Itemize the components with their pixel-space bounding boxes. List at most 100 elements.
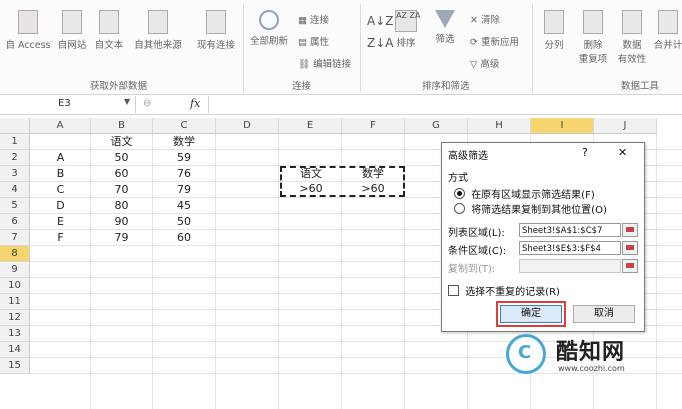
column-header-g[interactable]: G [405, 118, 468, 134]
range-picker-icon[interactable] [622, 241, 638, 255]
split-columns-icon [544, 10, 564, 34]
unique-records-checkbox[interactable]: 选择不重复的记录(R) [448, 283, 560, 298]
from-other-sources-button[interactable]: 自其他来源 [130, 10, 186, 51]
row-header-15[interactable]: 15 [0, 358, 30, 374]
cell-a4[interactable]: C [30, 182, 91, 198]
row-header-3[interactable]: 3 [0, 166, 30, 182]
from-access-button[interactable]: 自 Access [4, 10, 52, 51]
name-box[interactable]: E3 ▼ [0, 96, 136, 113]
cell-c6[interactable]: 50 [153, 214, 215, 230]
column-header-d[interactable]: D [216, 118, 279, 134]
remove-duplicates-button[interactable]: 删除 重复项 [575, 10, 611, 65]
cell-c1[interactable]: 数学 [153, 134, 215, 150]
row-header-6[interactable]: 6 [0, 214, 30, 230]
row-header-1[interactable]: 1 [0, 134, 30, 150]
row-header-12[interactable]: 12 [0, 310, 30, 326]
sort-asc-icon[interactable]: A↓Z [367, 14, 393, 28]
option-filter-in-place[interactable]: 在原有区域显示筛选结果(F) [454, 186, 595, 201]
consolidate-button[interactable]: 合并计 [652, 10, 682, 51]
cell-f3[interactable]: 数学 [342, 166, 404, 182]
connections-button[interactable]: ▦ 连接 [298, 12, 329, 26]
column-header-b[interactable]: B [91, 118, 153, 134]
properties-button[interactable]: ▤ 属性 [298, 34, 329, 48]
cell-f4[interactable]: >60 [342, 181, 404, 197]
cell-e3[interactable]: 语文 [280, 166, 342, 182]
cell-b1[interactable]: 语文 [91, 134, 152, 150]
row-header-2[interactable]: 2 [0, 150, 30, 166]
row-header-7[interactable]: 7 [0, 230, 30, 246]
clear-button[interactable]: ✕ 清除 [470, 12, 500, 26]
cell-b5[interactable]: 80 [91, 198, 152, 214]
existing-connections-button[interactable]: 现有连接 [193, 10, 239, 51]
checkbox[interactable] [448, 285, 459, 296]
column-header-e[interactable]: E [279, 118, 342, 134]
group-label-connections: 连接 [292, 81, 312, 92]
column-header-i[interactable]: I [531, 118, 594, 134]
row-header-10[interactable]: 10 [0, 278, 30, 294]
formula-input[interactable] [208, 96, 682, 113]
cell-c2[interactable]: 59 [153, 150, 215, 166]
filter-button[interactable]: 筛选 [428, 10, 462, 45]
select-all-corner[interactable] [0, 118, 30, 134]
cell-c5[interactable]: 45 [153, 198, 215, 214]
copy-to-input[interactable] [519, 259, 621, 273]
cell-a6[interactable]: E [30, 214, 91, 230]
row-header-11[interactable]: 11 [0, 294, 30, 310]
row-header-13[interactable]: 13 [0, 326, 30, 342]
row-header-4[interactable]: 4 [0, 182, 30, 198]
sort-button[interactable]: AZ ZA 排序 [391, 10, 421, 49]
row-header-5[interactable]: 5 [0, 198, 30, 214]
from-web-button[interactable]: 自网站 [55, 10, 89, 51]
insert-function-button[interactable]: fx [190, 97, 200, 110]
column-header-c[interactable]: C [153, 118, 216, 134]
criteria-range-input[interactable]: Sheet3!$E$3:$F$4 [519, 241, 621, 255]
text-file-icon [99, 10, 119, 34]
cell-a7[interactable]: F [30, 230, 91, 246]
gridline [215, 134, 216, 409]
row-header-9[interactable]: 9 [0, 262, 30, 278]
formula-bar: E3 ▼ ⊖ fx [0, 96, 682, 115]
ok-button[interactable]: 确定 [500, 305, 562, 323]
text-to-columns-button[interactable]: 分列 [536, 10, 572, 51]
row-header-8[interactable]: 8 [0, 246, 30, 262]
radio-selected[interactable] [454, 188, 465, 199]
cell-e4[interactable]: >60 [280, 181, 342, 197]
help-button[interactable]: ? [582, 146, 588, 159]
sort-icon: AZ ZA [395, 10, 420, 32]
advanced-button[interactable]: ▽ 高级 [470, 56, 499, 70]
cell-a5[interactable]: D [30, 198, 91, 214]
row-header-14[interactable]: 14 [0, 342, 30, 358]
cell-a2[interactable]: A [30, 150, 91, 166]
close-icon[interactable]: ✕ [618, 146, 627, 159]
from-text-button[interactable]: 自文本 [91, 10, 127, 51]
list-range-input[interactable]: Sheet3!$A$1:$C$7 [519, 223, 621, 237]
sort-desc-icon[interactable]: Z↓A [367, 36, 393, 50]
column-header-a[interactable]: A [30, 118, 91, 134]
watermark-name: 酷知网 [556, 340, 626, 365]
cell-b2[interactable]: 50 [91, 150, 152, 166]
cell-c3[interactable]: 76 [153, 166, 215, 182]
radio-unselected[interactable] [454, 203, 465, 214]
cell-b3[interactable]: 60 [91, 166, 152, 182]
watermark-url: www.coozhi.com [558, 364, 625, 373]
cell-a3[interactable]: B [30, 166, 91, 182]
list-range-label: 列表区域(L): [448, 228, 505, 239]
cell-b7[interactable]: 79 [91, 230, 152, 246]
reapply-button[interactable]: ⟳ 重新应用 [470, 34, 519, 48]
expand-icon[interactable]: ⊖ [143, 98, 151, 109]
refresh-all-button[interactable]: 全部刷新 [246, 10, 292, 47]
cell-b6[interactable]: 90 [91, 214, 152, 230]
data-validation-button[interactable]: 数据 有效性 [614, 10, 650, 65]
column-header-f[interactable]: F [342, 118, 405, 134]
column-header-h[interactable]: H [468, 118, 531, 134]
cell-c7[interactable]: 60 [153, 230, 215, 246]
cell-b4[interactable]: 70 [91, 182, 152, 198]
column-header-j[interactable]: J [594, 118, 657, 134]
range-picker-icon[interactable] [622, 223, 638, 237]
copy-to-label: 复制到(T): [448, 264, 496, 275]
range-picker-icon[interactable] [622, 259, 638, 273]
option-copy-to-location[interactable]: 将筛选结果复制到其他位置(O) [454, 201, 607, 216]
edit-links-button[interactable]: ⛓ 编辑链接 [298, 56, 351, 70]
cancel-button[interactable]: 取消 [573, 305, 635, 323]
cell-c4[interactable]: 79 [153, 182, 215, 198]
